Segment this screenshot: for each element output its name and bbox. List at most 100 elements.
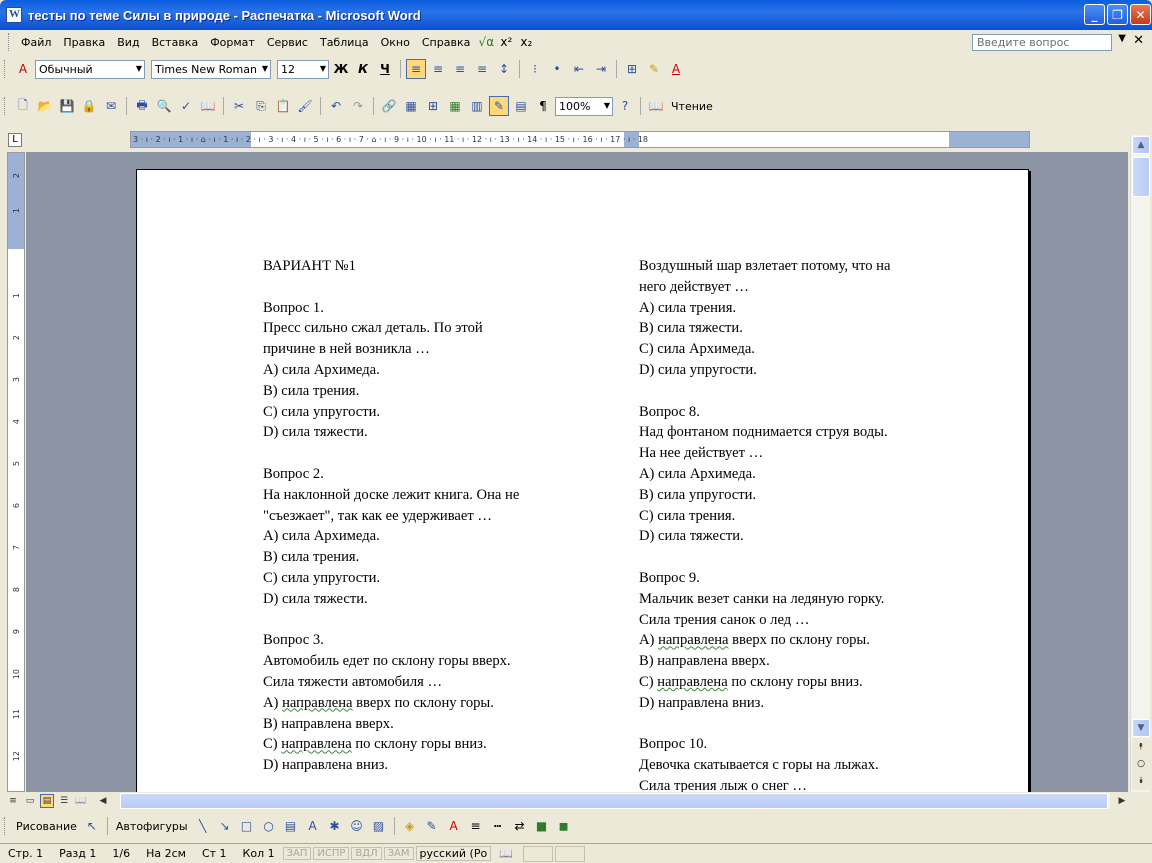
web-view-icon[interactable]: ▭: [23, 794, 37, 808]
styles-pane-icon[interactable]: A: [13, 59, 33, 79]
format-painter-icon[interactable]: 🖌: [295, 96, 315, 116]
underline-icon[interactable]: Ч: [375, 59, 395, 79]
print-preview-icon[interactable]: 🔍: [154, 96, 174, 116]
help-icon[interactable]: ?: [615, 96, 635, 116]
font-size-select[interactable]: 12 ▼: [277, 59, 329, 79]
tab-selector-icon[interactable]: L: [8, 133, 22, 147]
insert-table-icon[interactable]: ⊞: [423, 96, 443, 116]
spelling-icon[interactable]: ✓: [176, 96, 196, 116]
select-browse-object-icon[interactable]: ○: [1132, 755, 1150, 773]
draw-menu-button[interactable]: Рисование: [13, 820, 80, 833]
document-close-icon[interactable]: ✕: [1133, 33, 1144, 48]
bold-icon[interactable]: Ж: [331, 59, 351, 79]
print-icon[interactable]: 🖶: [132, 96, 152, 116]
font-select[interactable]: Times New Roman ▼: [151, 59, 271, 79]
align-right-icon[interactable]: ≡: [450, 59, 470, 79]
tables-borders-icon[interactable]: ▦: [401, 96, 421, 116]
wordart-icon[interactable]: A: [303, 816, 323, 836]
arrow-icon[interactable]: ↘: [215, 816, 235, 836]
read-icon[interactable]: 📖: [646, 96, 666, 116]
hyperlink-icon[interactable]: 🔗: [379, 96, 399, 116]
numbering-icon[interactable]: ⁝: [525, 59, 545, 79]
menu-insert[interactable]: Вставка: [146, 36, 205, 49]
maximize-button[interactable]: ❐: [1107, 4, 1128, 25]
zoom-select[interactable]: 100% ▼: [555, 96, 613, 116]
oval-icon[interactable]: ○: [259, 816, 279, 836]
document-page[interactable]: ВАРИАНТ №1 Вопрос 1. Пресс сильно сжал де…: [136, 169, 1029, 792]
show-hide-icon[interactable]: ¶: [533, 96, 553, 116]
scroll-left-icon[interactable]: ◀: [96, 794, 110, 808]
rectangle-icon[interactable]: □: [237, 816, 257, 836]
cut-icon[interactable]: ✂: [229, 96, 249, 116]
highlight-icon[interactable]: ✎: [644, 59, 664, 79]
dash-style-icon[interactable]: ┅: [488, 816, 508, 836]
status-language[interactable]: русский (Ро: [415, 846, 492, 861]
print-layout-icon[interactable]: ▤: [40, 794, 54, 808]
line-color-icon[interactable]: ✎: [422, 816, 442, 836]
normal-view-icon[interactable]: ≡: [6, 794, 20, 808]
horizontal-scroll-thumb[interactable]: [120, 793, 1108, 809]
vertical-scroll-thumb[interactable]: [1132, 157, 1150, 197]
scroll-up-icon[interactable]: ▲: [1132, 136, 1150, 154]
line-style-icon[interactable]: ≡: [466, 816, 486, 836]
line-spacing-icon[interactable]: ↕: [494, 59, 514, 79]
vertical-ruler[interactable]: 2 1 1 2 3 4 5 6 7 8 9 10 11 12: [7, 152, 25, 792]
toolbar-grip[interactable]: [4, 817, 7, 835]
previous-page-icon[interactable]: ⯭: [1132, 738, 1150, 756]
menu-tools[interactable]: Сервис: [261, 36, 314, 49]
permission-icon[interactable]: 🔒: [79, 96, 99, 116]
menu-window[interactable]: Окно: [375, 36, 416, 49]
menu-help[interactable]: Справка: [416, 36, 476, 49]
document-map-icon[interactable]: ▤: [511, 96, 531, 116]
3d-icon[interactable]: ◼: [554, 816, 574, 836]
undo-icon[interactable]: ↶: [326, 96, 346, 116]
align-left-icon[interactable]: ≡: [406, 59, 426, 79]
justify-icon[interactable]: ≡: [472, 59, 492, 79]
menu-table[interactable]: Таблица: [314, 36, 375, 49]
read-button[interactable]: Чтение: [668, 100, 716, 113]
textbox-icon[interactable]: ▤: [281, 816, 301, 836]
increase-indent-icon[interactable]: ⇥: [591, 59, 611, 79]
style-select[interactable]: Обычный ▼: [35, 59, 145, 79]
shadow-icon[interactable]: ■: [532, 816, 552, 836]
autoshapes-button[interactable]: Автофигуры: [113, 820, 191, 833]
title-bar[interactable]: тесты по теме Силы в природе - Распечатк…: [0, 0, 1152, 30]
toolbar-grip[interactable]: [4, 97, 7, 115]
minimize-button[interactable]: _: [1084, 4, 1105, 25]
line-icon[interactable]: ╲: [193, 816, 213, 836]
equation-icon[interactable]: √α: [476, 32, 496, 52]
close-button[interactable]: ✕: [1130, 4, 1151, 25]
scroll-right-icon[interactable]: ▶: [1115, 794, 1129, 808]
menu-file[interactable]: Файл: [15, 36, 57, 49]
menu-view[interactable]: Вид: [111, 36, 145, 49]
scroll-down-icon[interactable]: ▼: [1132, 719, 1150, 737]
status-extend[interactable]: ВДЛ: [351, 847, 382, 860]
align-center-icon[interactable]: ≡: [428, 59, 448, 79]
menu-edit[interactable]: Правка: [57, 36, 111, 49]
horizontal-scroll-track[interactable]: [120, 793, 1110, 809]
next-page-icon[interactable]: ⯯: [1132, 772, 1150, 790]
help-dropdown-icon[interactable]: ▼: [1118, 33, 1126, 44]
font-color-icon[interactable]: A: [444, 816, 464, 836]
italic-icon[interactable]: К: [353, 59, 373, 79]
save-icon[interactable]: 💾: [57, 96, 77, 116]
font-color-icon[interactable]: A: [666, 59, 686, 79]
status-overtype[interactable]: ЗАМ: [383, 847, 414, 860]
insert-excel-icon[interactable]: ▦: [445, 96, 465, 116]
new-document-icon[interactable]: 🗋: [13, 96, 33, 116]
outline-view-icon[interactable]: ☰: [57, 794, 71, 808]
select-objects-icon[interactable]: ↖: [82, 816, 102, 836]
fill-color-icon[interactable]: ◈: [400, 816, 420, 836]
copy-icon[interactable]: ⎘: [251, 96, 271, 116]
drawing-icon[interactable]: ✎: [489, 96, 509, 116]
arrow-style-icon[interactable]: ⇄: [510, 816, 530, 836]
toolbar-grip[interactable]: [4, 60, 7, 78]
borders-icon[interactable]: ⊞: [622, 59, 642, 79]
open-icon[interactable]: 📂: [35, 96, 55, 116]
menu-format[interactable]: Формат: [204, 36, 261, 49]
word-app-icon[interactable]: [6, 7, 22, 23]
vertical-scrollbar[interactable]: ▲ ▼ ⯭ ○ ⯯: [1130, 135, 1150, 792]
reading-view-icon[interactable]: 📖: [74, 794, 88, 808]
superscript-icon[interactable]: x²: [496, 32, 516, 52]
spelling-status-icon[interactable]: 📖: [491, 847, 521, 860]
